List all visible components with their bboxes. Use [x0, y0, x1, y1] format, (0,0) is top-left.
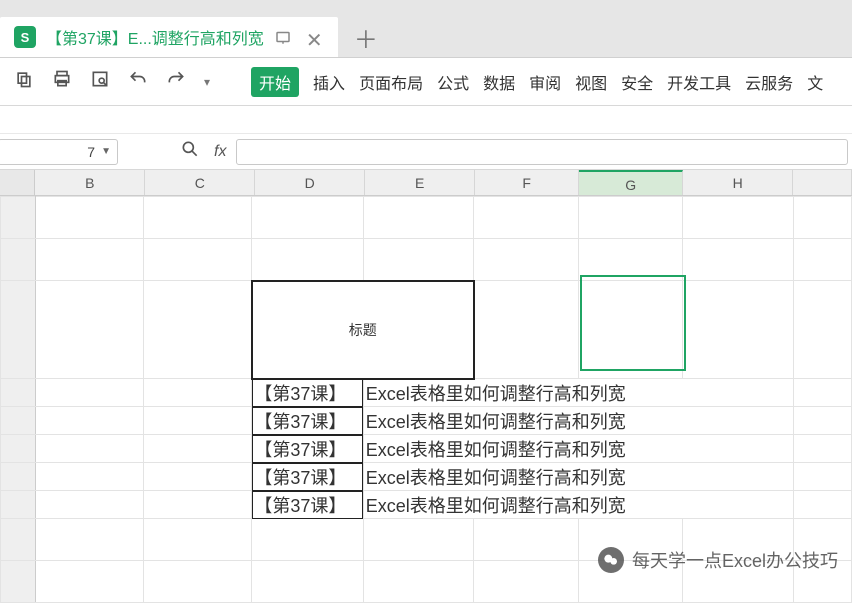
menu-page-layout[interactable]: 页面布局 [359, 70, 423, 94]
menu-bar: 开始 插入 页面布局 公式 数据 审阅 视图 安全 开发工具 云服务 文 [251, 67, 823, 97]
col-header-h[interactable]: H [683, 170, 793, 195]
col-header-f[interactable]: F [475, 170, 579, 195]
col-header-b[interactable]: B [35, 170, 145, 195]
menu-cloud[interactable]: 云服务 [745, 70, 793, 94]
menu-devtools[interactable]: 开发工具 [667, 70, 731, 94]
col-header-i[interactable] [793, 170, 852, 195]
spreadsheet-icon: S [14, 26, 36, 48]
name-box[interactable]: 7 ▼ [0, 139, 118, 165]
close-icon[interactable]: ✕ [306, 28, 324, 46]
formula-input[interactable] [236, 139, 848, 165]
ribbon-area [0, 106, 852, 134]
cell-lesson[interactable]: 【第37课】 [252, 407, 363, 435]
cell-lesson[interactable]: 【第37课】 [252, 463, 363, 491]
menu-start[interactable]: 开始 [251, 67, 299, 97]
tab-title: 【第37课】E...调整行高和列宽 [46, 25, 264, 49]
new-tab-button[interactable]: ＋ [338, 17, 394, 57]
menu-text[interactable]: 文 [807, 70, 823, 94]
sheet-table[interactable]: 标题 【第37课】 Excel表格里如何调整行高和列宽 【第37课】 Excel… [0, 196, 852, 603]
chevron-down-icon[interactable]: ▼ [101, 146, 111, 157]
tab-bar: S 【第37课】E...调整行高和列宽 ✕ ＋ [0, 0, 852, 58]
col-header-g[interactable]: G [579, 170, 683, 195]
cell-desc[interactable]: Excel表格里如何调整行高和列宽 [363, 435, 793, 463]
cell-desc[interactable]: Excel表格里如何调整行高和列宽 [363, 407, 793, 435]
col-header-e[interactable]: E [365, 170, 475, 195]
redo-icon[interactable] [166, 69, 186, 94]
document-tab[interactable]: S 【第37课】E...调整行高和列宽 ✕ [0, 17, 338, 57]
column-headers: B C D E F G H [0, 170, 852, 196]
window-icon[interactable] [274, 28, 292, 46]
zoom-icon[interactable] [180, 139, 200, 164]
title-cell[interactable]: 标题 [252, 281, 474, 379]
toolbar: ▾ 开始 插入 页面布局 公式 数据 审阅 视图 安全 开发工具 云服务 文 [0, 58, 852, 106]
menu-security[interactable]: 安全 [621, 70, 653, 94]
col-header-d[interactable]: D [255, 170, 365, 195]
cell-desc[interactable]: Excel表格里如何调整行高和列宽 [363, 491, 793, 519]
spreadsheet-grid[interactable]: B C D E F G H 标题 【第37课】 Excel表格里如何调整行高和列… [0, 170, 852, 603]
preview-icon[interactable] [90, 69, 110, 94]
menu-review[interactable]: 审阅 [529, 70, 561, 94]
print-icon[interactable] [52, 69, 72, 94]
dropdown-icon[interactable]: ▾ [204, 75, 210, 89]
watermark-text: 每天学一点Excel办公技巧 [632, 547, 838, 573]
col-header-c[interactable]: C [145, 170, 255, 195]
cell-desc[interactable]: Excel表格里如何调整行高和列宽 [363, 463, 793, 491]
cell-desc[interactable]: Excel表格里如何调整行高和列宽 [363, 379, 793, 407]
corner-cell[interactable] [0, 170, 35, 195]
fx-label[interactable]: fx [214, 143, 226, 161]
menu-formula[interactable]: 公式 [437, 70, 469, 94]
copy-icon[interactable] [14, 69, 34, 94]
formula-bar: 7 ▼ fx [0, 134, 852, 170]
menu-data[interactable]: 数据 [483, 70, 515, 94]
cell-lesson[interactable]: 【第37课】 [252, 435, 363, 463]
menu-insert[interactable]: 插入 [313, 70, 345, 94]
watermark: 每天学一点Excel办公技巧 [598, 547, 838, 573]
menu-view[interactable]: 视图 [575, 70, 607, 94]
wechat-icon [598, 547, 624, 573]
cell-lesson[interactable]: 【第37课】 [252, 379, 363, 407]
cell-lesson[interactable]: 【第37课】 [252, 491, 363, 519]
undo-icon[interactable] [128, 69, 148, 94]
name-box-value: 7 [87, 144, 95, 160]
